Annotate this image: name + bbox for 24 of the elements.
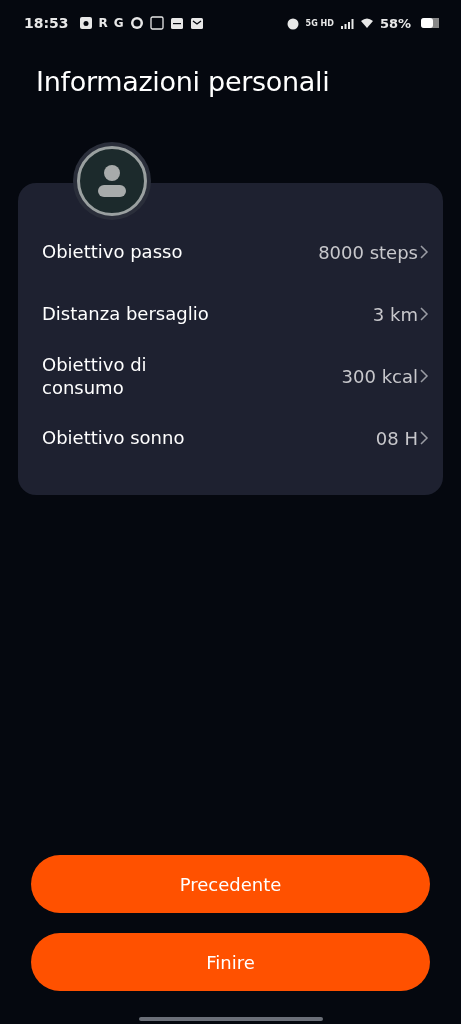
mail-icon bbox=[189, 16, 204, 30]
network-label: 5G HD bbox=[305, 18, 334, 28]
chevron-right-icon bbox=[420, 306, 429, 322]
goal-label: Obiettivo sonno bbox=[42, 426, 185, 450]
status-time: 18:53 bbox=[24, 15, 69, 31]
goal-label: Obiettivo passo bbox=[42, 240, 183, 264]
camera-icon bbox=[78, 16, 93, 30]
goal-label: Obiettivo di consumo bbox=[42, 352, 147, 400]
goal-value[interactable]: 300 kcal bbox=[341, 365, 429, 387]
goal-value[interactable]: 8000 steps bbox=[318, 241, 429, 263]
page-title: Informazioni personali bbox=[36, 66, 331, 97]
goal-value[interactable]: 3 km bbox=[372, 303, 429, 325]
chevron-right-icon bbox=[420, 368, 429, 384]
avatar[interactable] bbox=[77, 146, 147, 216]
goal-value[interactable]: 08 H bbox=[375, 427, 429, 449]
battery-percent: 58% bbox=[379, 15, 411, 31]
chevron-right-icon bbox=[420, 244, 429, 260]
notification-letter: R bbox=[98, 16, 108, 30]
goal-label: Distanza bersaglio bbox=[42, 302, 209, 326]
signal-icon bbox=[339, 16, 354, 30]
person-icon bbox=[96, 164, 128, 198]
chevron-right-icon bbox=[420, 430, 429, 446]
notification-letter: G bbox=[113, 16, 124, 30]
wifi-icon bbox=[359, 16, 374, 30]
